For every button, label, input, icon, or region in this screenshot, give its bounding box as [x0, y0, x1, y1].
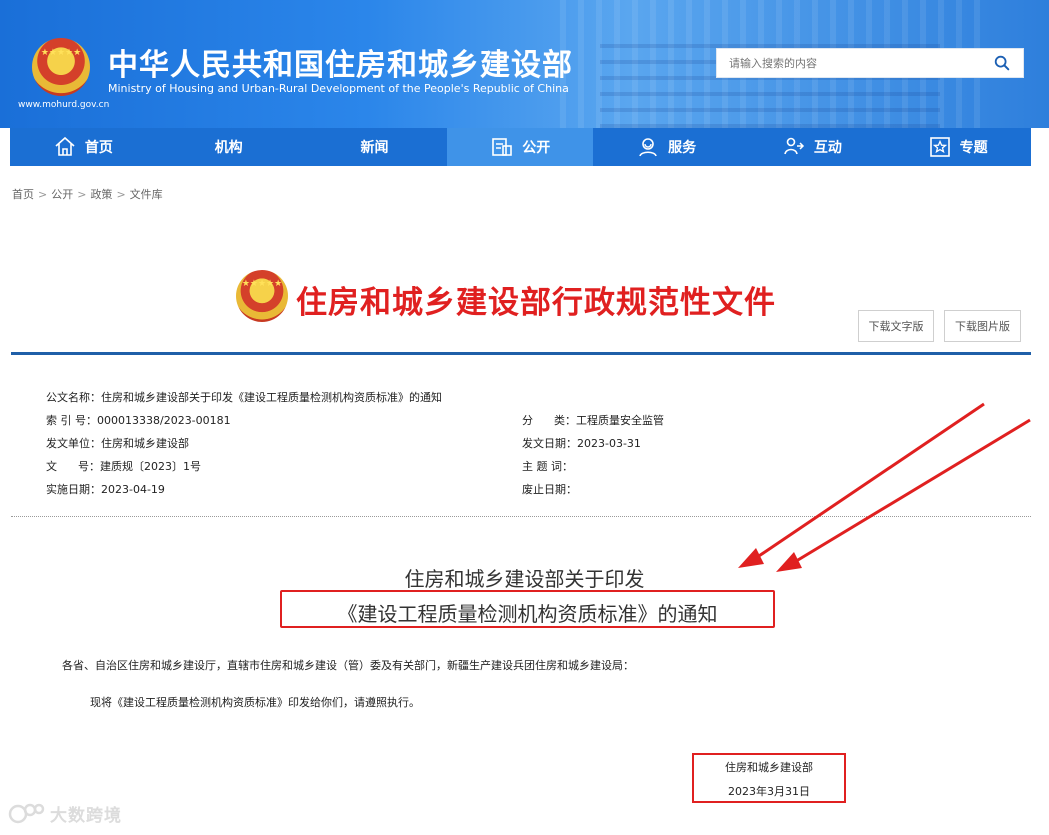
meta-label: 废止日期： [522, 483, 577, 496]
meta-doc-number: 文 号：建质规〔2023〕1号 [46, 458, 201, 474]
meta-index: 索 引 号：000013338/2023-00181 [46, 412, 231, 428]
nav-item-home[interactable]: 首页 [10, 128, 156, 166]
nav-item-label: 互动 [813, 140, 842, 156]
meta-abolish-date: 废止日期： [522, 481, 577, 497]
meta-label: 发文单位： [46, 437, 101, 450]
nav-item-label: 公开 [522, 140, 551, 156]
nav-item-news[interactable]: 新闻 [302, 128, 448, 166]
watermark: 大数跨境 [8, 800, 122, 826]
article-title-line1: 住房和城乡建设部关于印发 [404, 567, 645, 591]
meta-effective-date: 实施日期：2023-04-19 [46, 481, 165, 497]
service-icon [639, 138, 657, 157]
article-recipients: 各省、自治区住房和城乡建设厅，直辖市住房和城乡建设（管）委及有关部门，新疆生产建… [62, 659, 634, 672]
meta-category: 分 类：工程质量安全监管 [522, 412, 664, 428]
article-body: 现将《建设工程质量检测机构资质标准》印发给你们，请遵照执行。 [90, 696, 420, 709]
interaction-icon [784, 137, 804, 155]
main-nav: 首页 机构 新闻 公开 服务 互动 专题 [10, 128, 1031, 166]
download-text-button[interactable]: 下载文字版 [858, 310, 934, 342]
breadcrumb-policy[interactable]: 政策 [90, 188, 112, 201]
nav-item-label: 服务 [668, 140, 697, 156]
watermark-text: 大数跨境 [50, 805, 122, 826]
site-header: ★★★★★ www.mohurd.gov.cn 中华人民共和国住房和城乡建设部 … [0, 0, 1049, 128]
meta-value: 2023-03-31 [577, 437, 641, 450]
national-emblem-icon: ★★★★★ [32, 38, 90, 96]
meta-subject: 主 题 词： [522, 458, 573, 474]
watermark-logo-icon [8, 803, 45, 824]
nav-item-service[interactable]: 服务 [593, 128, 739, 166]
annotation-arrow-2 [787, 418, 1031, 568]
header-divider [11, 352, 1031, 355]
meta-doc-name: 公文名称：住房和城乡建设部关于印发《建设工程质量检测机构资质标准》的通知 [46, 389, 442, 405]
meta-label: 索 引 号： [46, 414, 97, 427]
national-emblem-icon: ★★★★★ [236, 270, 288, 322]
breadcrumb-separator: > [77, 188, 87, 201]
annotation-arrow-1 [749, 402, 985, 564]
breadcrumb: 首页 > 公开 > 政策 > 文件库 [12, 186, 163, 202]
article-title-line2: 《建设工程质量检测机构资质标准》的通知 [337, 602, 718, 626]
meta-value: 2023-04-19 [101, 483, 165, 496]
meta-value: 000013338/2023-00181 [97, 414, 231, 427]
signature-date: 2023年3月31日 [728, 785, 810, 798]
breadcrumb-separator: > [116, 188, 126, 201]
breadcrumb-public[interactable]: 公开 [51, 188, 73, 201]
meta-label: 发文日期： [522, 437, 577, 450]
home-icon [55, 136, 75, 156]
site-title[interactable]: 中华人民共和国住房和城乡建设部 [108, 40, 573, 84]
meta-label: 文 号： [46, 460, 100, 473]
breadcrumb-separator: > [38, 188, 48, 201]
breadcrumb-library[interactable]: 文件库 [130, 188, 163, 201]
meta-value: 建质规〔2023〕1号 [99, 460, 201, 473]
nav-item-label: 机构 [214, 140, 243, 156]
site-subtitle: Ministry of Housing and Urban-Rural Deve… [108, 82, 569, 95]
meta-label: 分 类： [522, 414, 576, 427]
doc-header-title: 住房和城乡建设部行政规范性文件 [296, 285, 776, 321]
search-icon[interactable] [993, 54, 1011, 72]
nav-item-topics[interactable]: 专题 [885, 128, 1031, 166]
meta-label: 实施日期： [46, 483, 101, 496]
meta-issuer: 发文单位：住房和城乡建设部 [46, 435, 189, 451]
signature-org: 住房和城乡建设部 [725, 761, 813, 774]
breadcrumb-home[interactable]: 首页 [12, 188, 34, 201]
document-icon [492, 138, 513, 156]
meta-label: 公文名称： [46, 391, 101, 404]
search-input[interactable] [717, 49, 983, 77]
nav-item-institutions[interactable]: 机构 [156, 128, 302, 166]
nav-item-public[interactable]: 公开 [447, 128, 594, 166]
meta-value: 住房和城乡建设部关于印发《建设工程质量检测机构资质标准》的通知 [101, 391, 442, 404]
meta-label: 主 题 词： [522, 460, 573, 473]
nav-item-label: 首页 [84, 140, 113, 156]
nav-item-label: 专题 [959, 140, 988, 156]
site-url: www.mohurd.gov.cn [18, 100, 110, 110]
search-box [716, 48, 1024, 78]
article-title-highlight-box: 《建设工程质量检测机构资质标准》的通知 [280, 590, 775, 628]
meta-value: 住房和城乡建设部 [101, 437, 189, 450]
star-icon [929, 137, 950, 157]
meta-divider [11, 516, 1031, 517]
nav-item-interaction[interactable]: 互动 [739, 128, 885, 166]
signature-highlight-box: 住房和城乡建设部 2023年3月31日 [692, 753, 846, 803]
meta-issue-date: 发文日期：2023-03-31 [522, 435, 641, 451]
meta-value: 工程质量安全监管 [575, 414, 664, 427]
download-image-button[interactable]: 下载图片版 [944, 310, 1021, 342]
nav-item-label: 新闻 [360, 140, 389, 156]
